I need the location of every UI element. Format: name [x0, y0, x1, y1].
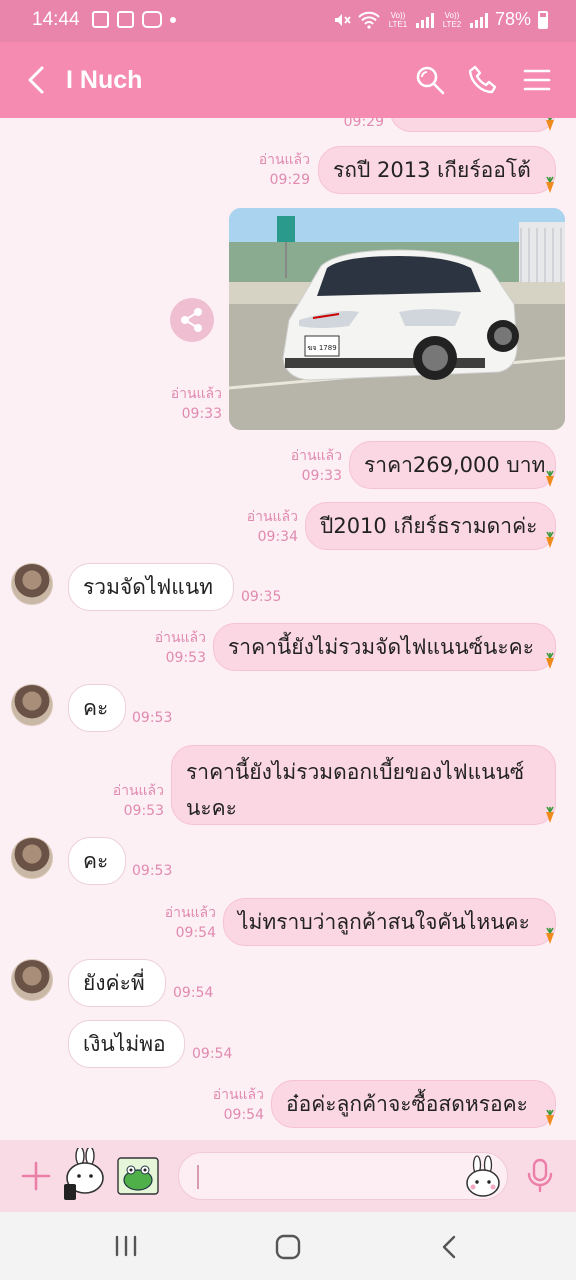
- message-bubble[interactable]: ราคานี้ยังไม่รวมดอกเบี้ยของไฟแนนซ์ นะคะ: [171, 745, 556, 825]
- search-icon[interactable]: [414, 64, 446, 96]
- plus-icon[interactable]: [20, 1160, 52, 1192]
- message-bubble[interactable]: ไม่ทราบว่าลูกค้าสนใจคันไหนคะ: [223, 898, 556, 946]
- phone-icon[interactable]: [467, 64, 499, 96]
- message-bubble[interactable]: รวมจัดไฟแนท: [68, 563, 234, 611]
- mute-icon: [334, 13, 351, 26]
- svg-text:ฆจ 1789: ฆจ 1789: [307, 344, 336, 352]
- carrot-icon: [546, 927, 554, 944]
- read-receipt: อ่านแล้ว 09:53: [112, 783, 164, 819]
- message-time: 09:54: [192, 1046, 233, 1062]
- app-notification-icon: [117, 11, 134, 28]
- read-receipt: อ่านแล้ว 09:54: [164, 905, 216, 941]
- message-bubble[interactable]: คะ: [68, 684, 126, 732]
- menu-icon[interactable]: [521, 64, 553, 96]
- message-time: 09:53: [132, 710, 173, 726]
- message-bubble[interactable]: คะ: [68, 837, 126, 885]
- clipped-message-bubble[interactable]: [390, 118, 556, 132]
- carrot-icon: [546, 652, 554, 669]
- home-icon[interactable]: [274, 1234, 302, 1260]
- read-receipt: อ่านแล้ว 09:54: [212, 1087, 264, 1123]
- lte1-label: Vo)) LTE1: [388, 10, 408, 29]
- signal2-icon: [469, 12, 488, 28]
- read-receipt: อ่านแล้ว 09:34: [246, 509, 298, 545]
- battery-icon: [538, 10, 548, 29]
- chat-title: I Nuch: [66, 66, 143, 94]
- contact-avatar[interactable]: [11, 837, 53, 879]
- wifi-icon: [358, 11, 380, 29]
- mic-icon[interactable]: [524, 1158, 556, 1194]
- message-time: 09:53: [132, 863, 173, 879]
- carrot-icon: [546, 176, 554, 193]
- message-text-line2: นะคะ: [186, 796, 237, 820]
- carrot-icon: [546, 118, 554, 131]
- message-bubble[interactable]: อ๋อค่ะลูกค้าจะซื้อสดหรอคะ: [271, 1080, 556, 1128]
- battery-percent: 78%: [494, 9, 531, 29]
- contact-avatar[interactable]: [11, 959, 53, 1001]
- status-time: 14:44: [32, 9, 80, 30]
- message-text-line1: ราคานี้ยังไม่รวมดอกเบี้ยของไฟแนนซ์: [186, 760, 525, 784]
- message-bubble[interactable]: รถปี 2013 เกียร์ออโต้: [318, 146, 556, 194]
- frog-sticker-icon[interactable]: [116, 1156, 160, 1196]
- emoji-icon[interactable]: [463, 1155, 503, 1199]
- message-bubble[interactable]: ปี2010 เกียร์ธรามดาค่ะ: [305, 502, 556, 550]
- gallery-icon: [92, 11, 109, 28]
- back-nav-icon[interactable]: [436, 1234, 464, 1260]
- carrot-icon: [546, 470, 554, 487]
- status-right: Vo)) LTE1 Vo)) LTE2 78%: [333, 9, 548, 30]
- car-photo-image[interactable]: ฆจ 1789: [229, 208, 565, 430]
- read-receipt: อ่านแล้ว 09:33: [170, 386, 222, 422]
- message-bubble[interactable]: ยังค่ะพี่: [68, 959, 166, 1007]
- message-bubble[interactable]: ราคานี้ยังไม่รวมจัดไฟแนนซ์นะคะ: [213, 623, 556, 671]
- lte2-label: Vo)) LTE2: [442, 10, 462, 29]
- share-button[interactable]: [170, 298, 214, 342]
- back-icon[interactable]: [24, 58, 54, 102]
- carrot-icon: [546, 1109, 554, 1126]
- message-time: 09:54: [173, 985, 214, 1001]
- more-notifications-dot: [170, 16, 176, 23]
- message-bubble[interactable]: เงินไม่พอ: [68, 1020, 185, 1068]
- read-receipt: อ่านแล้ว 09:29: [258, 152, 310, 188]
- contact-avatar[interactable]: [11, 563, 53, 605]
- text-cursor: [197, 1165, 199, 1189]
- carrot-icon: [546, 806, 554, 823]
- message-bubble[interactable]: ราคา269,000 บาท: [349, 441, 556, 489]
- read-receipt: อ่านแล้ว 09:53: [154, 630, 206, 666]
- system-nav-bar: [0, 1212, 576, 1280]
- signal1-icon: [415, 12, 434, 28]
- message-input[interactable]: [178, 1152, 508, 1200]
- message-input-bar: [0, 1140, 576, 1212]
- message-time: 09:35: [241, 589, 282, 605]
- carrot-icon: [546, 531, 554, 548]
- chat-area[interactable]: 09:29 อ่านแล้ว 09:29 รถปี 2013 เกียร์ออโต…: [0, 118, 576, 1140]
- chat-header: I Nuch: [0, 42, 576, 118]
- share-icon: [181, 308, 202, 332]
- contact-avatar[interactable]: [11, 684, 53, 726]
- clipped-message-time: 09:29: [343, 118, 384, 130]
- recent-apps-icon[interactable]: [112, 1234, 140, 1258]
- read-receipt: อ่านแล้ว 09:33: [290, 448, 342, 484]
- car-photo-illustration: ฆจ 1789: [229, 208, 565, 430]
- status-bar: 14:44 Vo)) LTE1 Vo)) LTE2 78%: [0, 0, 576, 42]
- sticker-icon[interactable]: [60, 1148, 108, 1204]
- notification-icons: [92, 11, 176, 28]
- line-notification-icon: [142, 11, 162, 28]
